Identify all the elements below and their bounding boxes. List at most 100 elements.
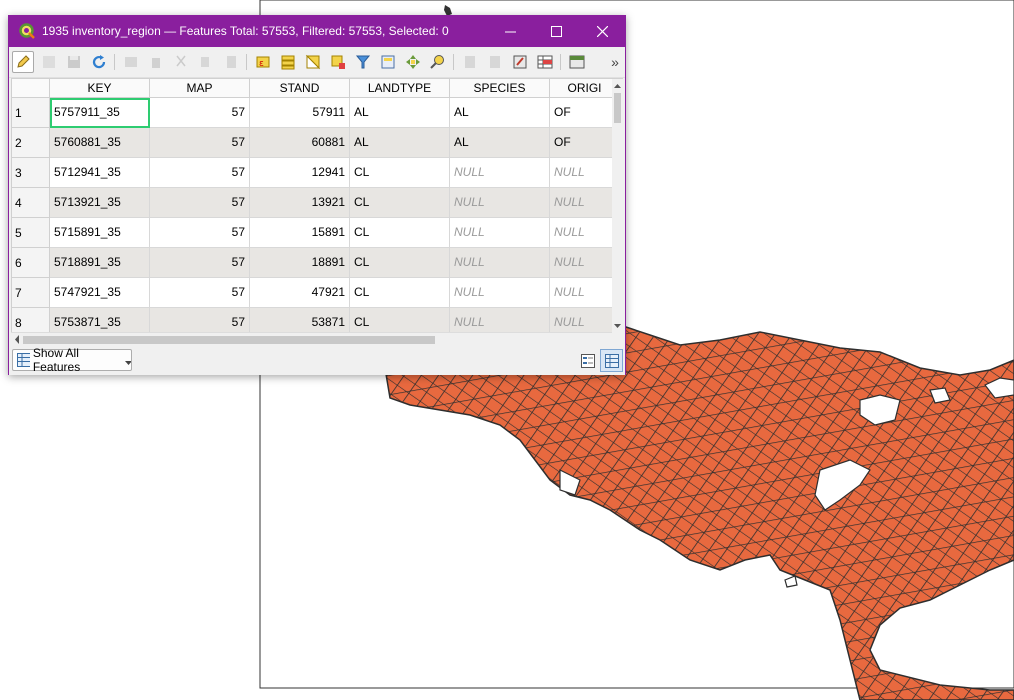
close-button[interactable]: [579, 16, 625, 47]
field-calculator-button[interactable]: [509, 51, 531, 73]
close-icon: [596, 26, 608, 37]
table-cell-key[interactable]: 5713921_35: [50, 188, 150, 218]
table-view-button[interactable]: [600, 349, 623, 372]
table-cell-origin[interactable]: OF: [550, 128, 620, 158]
table-cell-map[interactable]: 57: [150, 128, 250, 158]
show-all-features-button[interactable]: Show All Features: [12, 346, 132, 374]
zoom-to-selection-button[interactable]: [427, 51, 449, 73]
table-cell-origin[interactable]: NULL: [550, 278, 620, 308]
title-bar[interactable]: 1935 inventory_region — Features Total: …: [9, 16, 625, 47]
delete-feature-button[interactable]: [145, 51, 167, 73]
invert-selection-button[interactable]: [302, 51, 324, 73]
table-cell-stand[interactable]: 57911: [250, 98, 350, 128]
new-field-icon: [465, 56, 475, 68]
copy-button[interactable]: [195, 51, 217, 73]
row-header[interactable]: 6: [12, 248, 50, 278]
table-cell-species[interactable]: NULL: [450, 278, 550, 308]
table-cell-map[interactable]: 57: [150, 188, 250, 218]
table-cell-map[interactable]: 57: [150, 158, 250, 188]
deselect-all-button[interactable]: [327, 51, 349, 73]
row-header[interactable]: 3: [12, 158, 50, 188]
table-cell-landtype[interactable]: AL: [350, 128, 450, 158]
table-cell-map[interactable]: 57: [150, 98, 250, 128]
table-cell-species[interactable]: NULL: [450, 248, 550, 278]
delete-feature-icon: [152, 58, 160, 68]
table-cell-origin[interactable]: NULL: [550, 248, 620, 278]
conditional-formatting-button[interactable]: [534, 51, 556, 73]
column-header-landtype[interactable]: LANDTYPE: [350, 79, 450, 98]
table-cell-stand[interactable]: 18891: [250, 248, 350, 278]
column-header-origi[interactable]: ORIGI: [550, 79, 620, 98]
add-feature-icon: [125, 57, 137, 67]
table-cell-origin[interactable]: NULL: [550, 158, 620, 188]
table-cell-landtype[interactable]: CL: [350, 188, 450, 218]
table-cell-stand[interactable]: 12941: [250, 158, 350, 188]
reload-button[interactable]: [88, 51, 110, 73]
horizontal-scrollbar[interactable]: [11, 332, 612, 347]
table-cell-stand[interactable]: 13921: [250, 188, 350, 218]
table-cell-landtype[interactable]: CL: [350, 278, 450, 308]
table-cell-landtype[interactable]: CL: [350, 218, 450, 248]
table-cell-key[interactable]: 5747921_35: [50, 278, 150, 308]
table-cell-landtype[interactable]: CL: [350, 248, 450, 278]
column-header-map[interactable]: MAP: [150, 79, 250, 98]
delete-field-button[interactable]: [484, 51, 506, 73]
table-cell-species[interactable]: AL: [450, 98, 550, 128]
column-header-stand[interactable]: STAND: [250, 79, 350, 98]
scroll-left-icon[interactable]: [12, 333, 22, 346]
table-cell-landtype[interactable]: AL: [350, 98, 450, 128]
table-corner[interactable]: [12, 79, 50, 98]
table-cell-key[interactable]: 5760881_35: [50, 128, 150, 158]
more-tools-button[interactable]: »: [607, 51, 623, 73]
table-cell-stand[interactable]: 15891: [250, 218, 350, 248]
minimize-button[interactable]: [487, 16, 533, 47]
table-cell-origin[interactable]: OF: [550, 98, 620, 128]
row-header[interactable]: 1: [12, 98, 50, 128]
vertical-scrollbar[interactable]: [612, 79, 623, 347]
toggle-editing-button[interactable]: [12, 51, 34, 73]
table-cell-species[interactable]: NULL: [450, 188, 550, 218]
move-selection-top-button[interactable]: [377, 51, 399, 73]
maximize-button[interactable]: [533, 16, 579, 47]
horizontal-scroll-thumb[interactable]: [23, 336, 435, 344]
row-header[interactable]: 5: [12, 218, 50, 248]
row-header[interactable]: 4: [12, 188, 50, 218]
filter-button[interactable]: [352, 51, 374, 73]
scroll-up-icon[interactable]: [612, 81, 623, 91]
table-cell-landtype[interactable]: CL: [350, 158, 450, 188]
table-cell-map[interactable]: 57: [150, 218, 250, 248]
deselect-all-icon: [331, 55, 345, 69]
row-header[interactable]: 2: [12, 128, 50, 158]
save-edits-icon: [68, 56, 80, 68]
multi-edit-button[interactable]: [38, 51, 60, 73]
vertical-scroll-thumb[interactable]: [614, 93, 621, 123]
table-cell-map[interactable]: 57: [150, 278, 250, 308]
table-cell-species[interactable]: NULL: [450, 218, 550, 248]
pan-to-selection-button[interactable]: [402, 51, 424, 73]
table-cell-origin[interactable]: NULL: [550, 218, 620, 248]
row-header[interactable]: 7: [12, 278, 50, 308]
paste-button[interactable]: [220, 51, 242, 73]
save-edits-button[interactable]: [63, 51, 85, 73]
dock-attribute-table-button[interactable]: [566, 51, 588, 73]
select-all-button[interactable]: [277, 51, 299, 73]
table-cell-species[interactable]: NULL: [450, 158, 550, 188]
new-field-button[interactable]: [459, 51, 481, 73]
table-cell-stand[interactable]: 47921: [250, 278, 350, 308]
form-view-button[interactable]: [577, 350, 599, 372]
scroll-down-icon[interactable]: [612, 321, 623, 331]
cut-button[interactable]: [170, 51, 192, 73]
select-by-expression-button[interactable]: ε: [252, 51, 274, 73]
table-cell-species[interactable]: AL: [450, 128, 550, 158]
table-cell-stand[interactable]: 60881: [250, 128, 350, 158]
reload-icon: [92, 55, 106, 69]
table-cell-key-current[interactable]: 5757911_35: [50, 98, 150, 128]
table-cell-origin[interactable]: NULL: [550, 188, 620, 218]
table-cell-key[interactable]: 5712941_35: [50, 158, 150, 188]
column-header-key[interactable]: KEY: [50, 79, 150, 98]
add-feature-button[interactable]: [120, 51, 142, 73]
table-cell-map[interactable]: 57: [150, 248, 250, 278]
table-cell-key[interactable]: 5718891_35: [50, 248, 150, 278]
table-cell-key[interactable]: 5715891_35: [50, 218, 150, 248]
column-header-species[interactable]: SPECIES: [450, 79, 550, 98]
